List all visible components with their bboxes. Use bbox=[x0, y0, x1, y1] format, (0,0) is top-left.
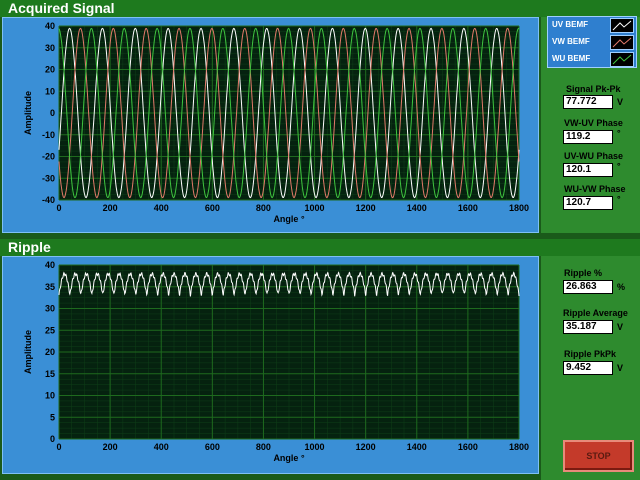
y-tick-label: 35 bbox=[45, 282, 55, 292]
x-tick-label: 0 bbox=[56, 442, 61, 452]
vw-uv-phase-value: 119.2 bbox=[563, 130, 613, 144]
x-tick-label: 1800 bbox=[509, 442, 529, 452]
ripple-chart: 0 200 400 600 800 1000 1200 1400 1600 18004035302… bbox=[23, 260, 529, 463]
acquired-signal-frame: 0 200 400 600 800 1000 1200 1400 1600 1800 40 30 20 1… bbox=[2, 17, 539, 233]
wu-vw-phase-label: WU-VW Phase bbox=[564, 184, 626, 194]
y-tick-label: -20 bbox=[42, 152, 55, 162]
y-tick-label: 40 bbox=[45, 21, 55, 31]
legend-swatch-uv bbox=[610, 18, 634, 33]
x-tick-label: 1000 bbox=[305, 442, 325, 452]
acquired-signal-chart: 0 200 400 600 800 1000 1200 1400 1600 1800 40 30 20 1… bbox=[23, 21, 529, 224]
vw-uv-phase-unit: ° bbox=[617, 128, 621, 138]
ripple-avg-unit: V bbox=[617, 322, 624, 332]
uv-wu-phase-value: 120.1 bbox=[563, 163, 613, 177]
x-tick-label: 1600 bbox=[458, 203, 478, 213]
x-tick-label: 0 bbox=[56, 203, 61, 213]
y-tick-label: 20 bbox=[45, 65, 55, 75]
stop-button[interactable]: STOP bbox=[563, 440, 634, 472]
legend: UV BEMF VW BEMF WU BEMF bbox=[547, 16, 637, 68]
signal-pkpk-value: 77.772 bbox=[563, 95, 613, 109]
y-tick-label: 25 bbox=[45, 325, 55, 335]
x-tick-label: 600 bbox=[205, 203, 220, 213]
legend-label-vw: VW BEMF bbox=[552, 37, 590, 46]
uv-wu-phase-label: UV-WU Phase bbox=[564, 151, 624, 161]
y-tick-label: -30 bbox=[42, 173, 55, 183]
signal-pkpk-label: Signal Pk-Pk bbox=[566, 84, 621, 94]
ripple-header: Ripple bbox=[0, 239, 640, 256]
legend-item-uv: UV BEMF bbox=[552, 20, 588, 29]
x-tick-label: 1200 bbox=[356, 442, 376, 452]
y-tick-label: 30 bbox=[45, 43, 55, 53]
y-tick-label: -10 bbox=[42, 130, 55, 140]
legend-item-vw: VW BEMF bbox=[552, 37, 590, 46]
x-tick-label: 1000 bbox=[305, 203, 325, 213]
legend-swatch-vw bbox=[610, 35, 634, 50]
x-tick-label: 1200 bbox=[356, 203, 376, 213]
y-axis-label: Amplitude bbox=[23, 330, 33, 374]
acquired-signal-title: Acquired Signal bbox=[8, 0, 115, 16]
y-tick-label: -40 bbox=[42, 195, 55, 205]
y-tick-label: 10 bbox=[45, 86, 55, 96]
x-tick-label: 800 bbox=[256, 203, 271, 213]
uv-wu-phase-unit: ° bbox=[617, 161, 621, 171]
ripple-avg-label: Ripple Average bbox=[563, 308, 628, 318]
y-tick-label: 0 bbox=[50, 108, 55, 118]
y-tick-label: 15 bbox=[45, 369, 55, 379]
legend-swatch-wu bbox=[610, 52, 634, 67]
x-tick-label: 200 bbox=[103, 442, 118, 452]
legend-label-uv: UV BEMF bbox=[552, 20, 588, 29]
x-tick-label: 400 bbox=[154, 442, 169, 452]
ripple-pkpk-label: Ripple PkPk bbox=[564, 349, 617, 359]
y-tick-label: 30 bbox=[45, 304, 55, 314]
x-tick-label: 1400 bbox=[407, 442, 427, 452]
x-tick-label: 1400 bbox=[407, 203, 427, 213]
y-tick-label: 0 bbox=[50, 434, 55, 444]
legend-item-wu: WU BEMF bbox=[552, 54, 590, 63]
x-axis-label: Angle ° bbox=[273, 214, 305, 224]
ripple-title: Ripple bbox=[8, 239, 51, 255]
x-tick-label: 1800 bbox=[509, 203, 529, 213]
ripple-pkpk-unit: V bbox=[617, 363, 624, 373]
x-tick-label: 800 bbox=[256, 442, 271, 452]
vw-uv-phase-label: VW-UV Phase bbox=[564, 118, 623, 128]
legend-label-wu: WU BEMF bbox=[552, 54, 591, 63]
y-tick-label: 5 bbox=[50, 412, 55, 422]
signal-pkpk-unit: V bbox=[617, 97, 624, 107]
ripple-pkpk-value: 9.452 bbox=[563, 361, 613, 375]
ripple-pct-value: 26.863 bbox=[563, 280, 613, 294]
wu-vw-phase-unit: ° bbox=[617, 194, 621, 204]
y-tick-label: 10 bbox=[45, 391, 55, 401]
x-tick-label: 400 bbox=[154, 203, 169, 213]
y-tick-label: 20 bbox=[45, 347, 55, 357]
x-tick-label: 1600 bbox=[458, 442, 478, 452]
y-axis-label: Amplitude bbox=[23, 91, 33, 135]
x-axis-label: Angle ° bbox=[273, 453, 305, 463]
ripple-pct-unit: % bbox=[617, 282, 626, 292]
acquired-signal-header: Acquired Signal bbox=[0, 0, 640, 17]
ripple-avg-value: 35.187 bbox=[563, 320, 613, 334]
y-tick-label: 40 bbox=[45, 260, 55, 270]
ripple-pct-label: Ripple % bbox=[564, 268, 603, 278]
wu-vw-phase-value: 120.7 bbox=[563, 196, 613, 210]
ripple-frame: 0 200 400 600 800 1000 1200 1400 1600 1800 40 35 30 2… bbox=[2, 256, 539, 474]
x-tick-label: 200 bbox=[103, 203, 118, 213]
x-tick-label: 600 bbox=[205, 442, 220, 452]
